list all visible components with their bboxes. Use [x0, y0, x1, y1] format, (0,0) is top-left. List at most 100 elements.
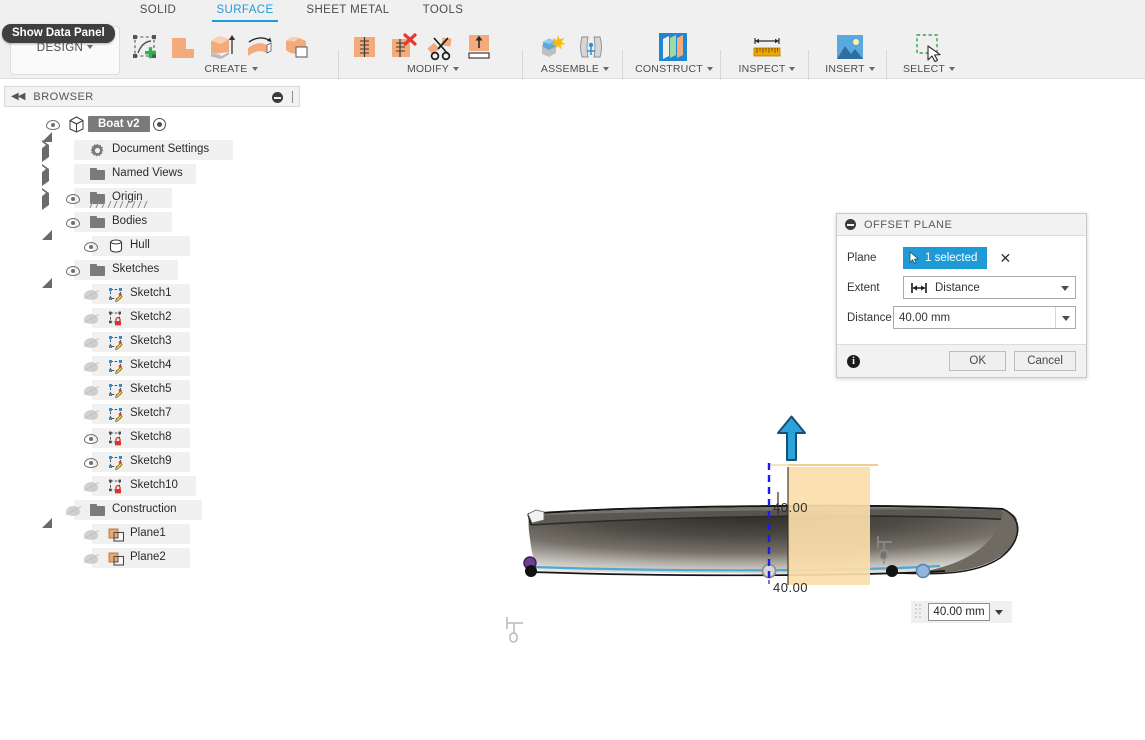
revolve-icon[interactable] — [240, 28, 278, 66]
tree-item-origin[interactable]: Origin — [4, 186, 300, 210]
cancel-button[interactable]: Cancel — [1014, 351, 1076, 371]
tab-sheet-metal[interactable]: SHEET METAL — [303, 0, 393, 22]
plane-selection-button[interactable]: 1 selected — [903, 246, 988, 269]
expand-arrow[interactable] — [42, 140, 49, 162]
ribbon-group-insert: INSERT — [816, 22, 884, 79]
dialog-footer: i OK Cancel — [837, 344, 1086, 377]
sketch-point-black-right — [886, 565, 898, 577]
distance-dropdown[interactable] — [1055, 307, 1075, 328]
tree-root-boat[interactable]: Boat v2 — [4, 112, 300, 142]
browser-panel: ◀◀ BROWSER Boat v2 Document Settings Nam… — [4, 86, 300, 570]
inline-dimension-value[interactable]: 40.00 mm — [928, 603, 990, 621]
patch-icon[interactable] — [278, 28, 316, 66]
extent-dropdown[interactable]: Distance — [903, 276, 1076, 299]
tree-item-sketches[interactable]: Sketches — [4, 258, 300, 288]
new-component-icon[interactable] — [534, 28, 572, 66]
dialog-collapse-icon[interactable] — [845, 219, 856, 230]
collapse-panel-icon[interactable]: ◀◀ — [11, 91, 25, 102]
ribbon-group-create: CREATE — [126, 22, 336, 79]
distance-icon — [911, 282, 927, 293]
fillet-icon[interactable] — [346, 28, 384, 66]
extrude-surface-icon[interactable] — [164, 28, 202, 66]
distance-input[interactable] — [894, 307, 1055, 328]
tree-item-plane1[interactable]: Plane1 — [4, 522, 300, 546]
tab-surface[interactable]: SURFACE — [208, 0, 282, 22]
select-window-icon[interactable] — [910, 28, 948, 66]
tree-item-label: Sketch2 — [130, 311, 172, 323]
tree-item-construction[interactable]: Construction — [4, 498, 300, 528]
tree-item-sketch2[interactable]: Sketch2 — [4, 306, 300, 330]
chevron-down-icon — [1061, 286, 1069, 291]
sketch-edit-icon — [109, 287, 123, 302]
distance-input-wrapper[interactable] — [893, 306, 1076, 329]
tree-item-label: Plane2 — [130, 551, 166, 563]
tree-item-label: Sketch3 — [130, 335, 172, 347]
ribbon-group-modify: MODIFY — [346, 22, 520, 79]
body-icon — [109, 239, 123, 253]
tree-item-sketch3[interactable]: Sketch3 — [4, 330, 300, 354]
extent-value: Distance — [935, 281, 980, 294]
tree-item-sketch9[interactable]: Sketch9 — [4, 450, 300, 474]
activate-component-radio[interactable] — [153, 118, 166, 131]
ribbon-group-construct-label: CONSTRUCT — [635, 63, 703, 75]
chevron-down-icon — [453, 67, 460, 71]
tree-item-sketch8[interactable]: Sketch8 — [4, 426, 300, 450]
browser-title: BROWSER — [33, 90, 94, 103]
clear-selection-icon[interactable]: ✕ — [999, 251, 1011, 265]
tree-item-sketch5[interactable]: Sketch5 — [4, 378, 300, 402]
tree-item-hull[interactable]: Hull — [4, 234, 300, 258]
tree-item-named-views[interactable]: Named Views — [4, 162, 300, 186]
tree-item-sketch1[interactable]: Sketch1 — [4, 282, 300, 306]
tree-item-document-settings[interactable]: Document Settings — [4, 138, 300, 162]
distance-field-label: Distance — [847, 311, 892, 324]
inline-dimension-dropdown[interactable] — [990, 603, 1008, 621]
minimize-icon[interactable] — [272, 92, 283, 103]
panel-resize-grip[interactable] — [292, 91, 293, 103]
sketch-edit-icon — [109, 455, 123, 470]
offset-plane-icon[interactable] — [654, 28, 692, 66]
ribbon-group-construct: CONSTRUCT — [630, 22, 718, 79]
browser-header: ◀◀ BROWSER — [4, 86, 300, 107]
drag-grip-icon[interactable] — [913, 602, 923, 622]
insert-image-icon[interactable] — [831, 28, 869, 66]
ok-button[interactable]: OK — [949, 351, 1007, 371]
folder-icon — [90, 216, 105, 228]
root-component-label: Boat v2 — [88, 116, 150, 132]
tab-solid-label: SOLID — [139, 4, 177, 16]
tab-tools[interactable]: TOOLS — [414, 0, 472, 22]
sketch-edit-icon — [109, 335, 123, 350]
folder-icon — [90, 264, 105, 276]
sketch-edit-icon — [109, 359, 123, 374]
show-data-panel-tooltip[interactable]: Show Data Panel — [2, 24, 115, 43]
tree-item-bodies[interactable]: Bodies — [4, 210, 300, 240]
offset-dimension-text: 40.00 — [773, 580, 809, 595]
tab-solid[interactable]: SOLID — [132, 0, 184, 22]
expand-arrow[interactable] — [42, 188, 49, 210]
plane-icon — [108, 528, 125, 542]
inline-dimension-input[interactable]: 40.00 mm — [911, 601, 1012, 623]
tree-item-label: Sketch8 — [130, 431, 172, 443]
tree-item-sketch10[interactable]: Sketch10 — [4, 474, 300, 498]
ribbon-group-insert-label: INSERT — [825, 63, 865, 75]
constraint-glyph-left — [506, 617, 523, 643]
expand-arrow[interactable] — [42, 164, 49, 186]
tree-item-label: Sketches — [112, 263, 160, 275]
delete-face-icon[interactable] — [384, 28, 422, 66]
info-icon[interactable]: i — [847, 354, 860, 368]
browser-tree: Boat v2 Document Settings Named Views Orig… — [4, 107, 300, 570]
viewport-3d[interactable]: 40.00 — [300, 80, 1145, 740]
tree-item-sketch7[interactable]: Sketch7 — [4, 402, 300, 426]
sketch-point-blue — [915, 563, 931, 579]
ribbon-group-create-label: CREATE — [204, 63, 248, 75]
offset-plane-preview — [788, 467, 870, 585]
extend-icon[interactable] — [460, 28, 498, 66]
tree-item-label: Origin — [112, 191, 143, 203]
trim-icon[interactable] — [422, 28, 460, 66]
create-sketch-icon[interactable] — [126, 28, 164, 66]
extrude-icon[interactable] — [202, 28, 240, 66]
tree-item-plane2[interactable]: Plane2 — [4, 546, 300, 570]
tree-item-sketch4[interactable]: Sketch4 — [4, 354, 300, 378]
joint-icon[interactable] — [572, 28, 610, 66]
visibility-eye-root[interactable] — [46, 120, 60, 130]
folder-icon — [90, 504, 105, 516]
